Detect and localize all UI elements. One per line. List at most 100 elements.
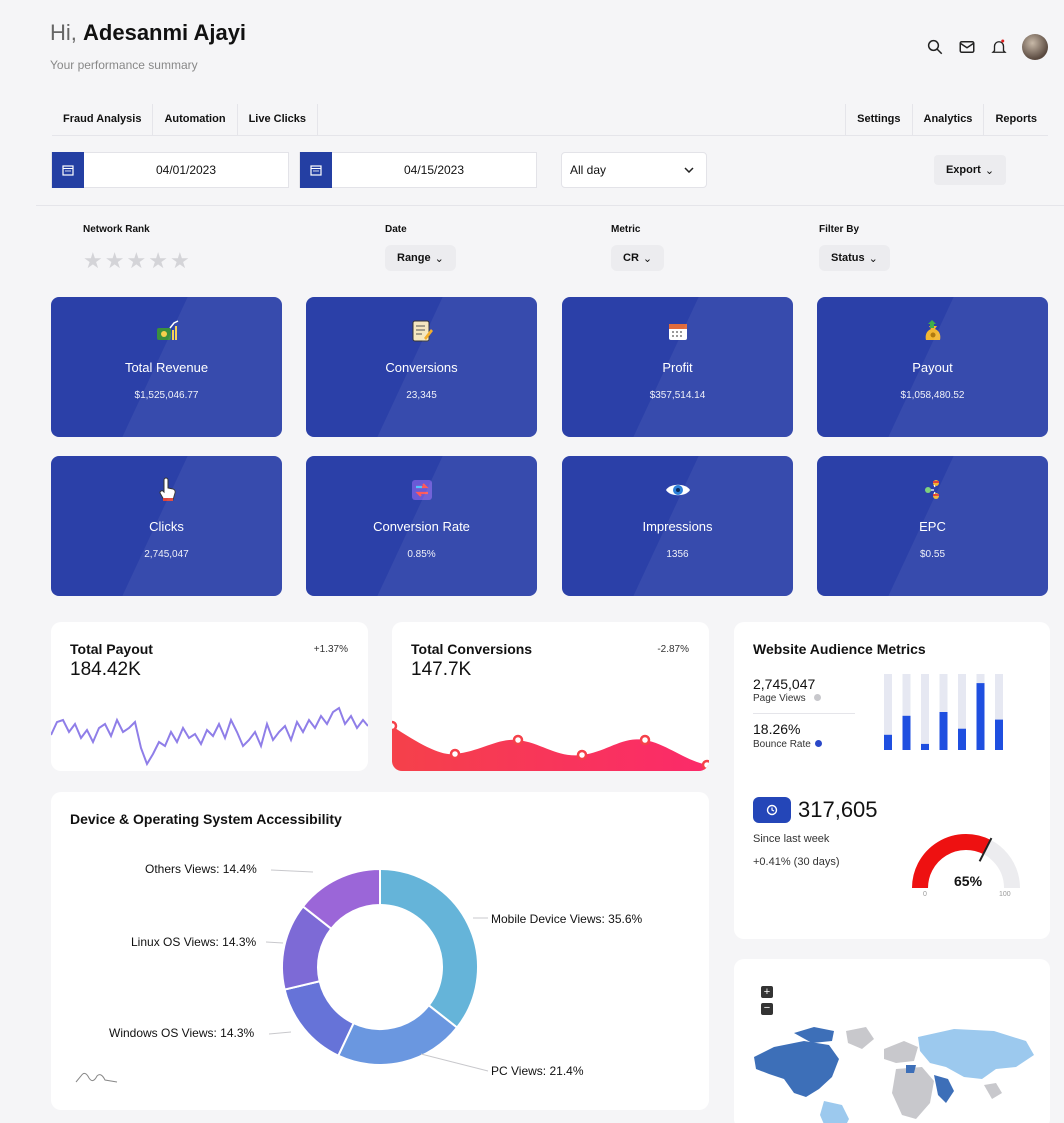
calendar-icon[interactable] — [52, 152, 84, 188]
bounce-rate-label: Bounce Rate — [753, 739, 811, 750]
clock-icon — [766, 804, 778, 816]
card-value: 0.85% — [407, 549, 436, 560]
map-region-southeast-asia — [984, 1083, 1002, 1099]
card-title: Conversion Rate — [373, 519, 470, 534]
card-conversion-rate[interactable]: Conversion Rate 0.85% — [306, 456, 537, 596]
label-mobile: Mobile Device Views: 35.6% — [491, 912, 643, 926]
tab-analytics[interactable]: Analytics — [911, 104, 984, 135]
star-icon: ★ — [126, 248, 149, 273]
tab-live-clicks[interactable]: Live Clicks — [238, 104, 319, 135]
network-rank-label: Network Rank — [83, 224, 150, 235]
top-icons — [926, 34, 1048, 60]
data-point — [576, 749, 588, 761]
device-donut-chart — [75, 867, 489, 1083]
card-payout[interactable]: Payout $1,058,480.52 — [817, 297, 1048, 437]
card-total-revenue[interactable]: Total Revenue $1,525,046.77 — [51, 297, 282, 437]
legend-dot — [813, 694, 821, 701]
map-region-africa — [892, 1067, 934, 1119]
eye-icon — [562, 476, 793, 504]
tabs-right: Settings Analytics Reports — [845, 104, 1048, 135]
page-subtitle: Your performance summary — [50, 58, 198, 72]
map-region-south-america — [820, 1101, 849, 1123]
donut-slice-mobile-device-views[interactable] — [379, 867, 479, 1029]
date-from-picker[interactable]: 04/01/2023 — [51, 152, 289, 188]
data-point — [449, 748, 461, 760]
card-impressions[interactable]: Impressions 1356 — [562, 456, 793, 596]
tab-automation[interactable]: Automation — [153, 104, 238, 135]
data-point — [639, 734, 651, 746]
tab-settings[interactable]: Settings — [845, 104, 911, 135]
time-range-select[interactable]: All day — [561, 152, 707, 188]
map-region-north-america — [754, 1041, 839, 1097]
label-leader — [268, 1031, 292, 1035]
tab-fraud-analysis[interactable]: Fraud Analysis — [52, 104, 154, 135]
label-leader — [420, 1053, 489, 1072]
card-title: EPC — [919, 519, 946, 534]
wave-icon — [75, 1072, 118, 1083]
device-os-panel: Device & Operating System Accessibility … — [51, 792, 709, 1110]
date-to-value: 04/15/2023 — [403, 163, 465, 177]
card-value: 23,345 — [406, 390, 437, 401]
label-linux: Linux OS Views: 14.3% — [131, 935, 257, 949]
card-conversions[interactable]: Conversions 23,345 — [306, 297, 537, 437]
date-filter-label: Date — [385, 224, 407, 235]
calendar-icon[interactable] — [300, 152, 332, 188]
zoom-out-button[interactable]: − — [761, 1003, 773, 1015]
chevron-down-icon: ⌄ — [642, 252, 653, 265]
card-value: 2,745,047 — [144, 549, 189, 560]
audience-bar-chart — [884, 674, 1003, 750]
change-label: +0.41% (30 days) — [753, 856, 840, 868]
tab-reports[interactable]: Reports — [983, 104, 1048, 135]
chevron-down-icon: ⌄ — [868, 252, 878, 265]
card-value: $1,525,046.77 — [134, 390, 199, 401]
search-icon[interactable] — [926, 38, 944, 56]
conversions-change: -2.87% — [657, 644, 689, 655]
gauge-min: 0 — [923, 891, 927, 898]
bar-track — [921, 674, 929, 750]
bar — [884, 734, 892, 750]
metric-value: CR — [623, 252, 639, 264]
panel-title: Website Audience Metrics — [753, 641, 926, 657]
card-title: Profit — [662, 360, 693, 375]
export-label: Export — [945, 164, 981, 176]
date-to-picker[interactable]: 04/15/2023 — [299, 152, 537, 188]
donut-slice-windows-os-views[interactable] — [283, 980, 355, 1058]
card-value: $1,058,480.52 — [900, 390, 965, 401]
calendar-icon — [562, 317, 793, 345]
mail-icon[interactable] — [958, 38, 976, 56]
card-epc[interactable]: EPC $0.55 — [817, 456, 1048, 596]
avatar[interactable] — [1022, 34, 1048, 60]
bell-icon[interactable] — [990, 38, 1008, 56]
divider — [753, 713, 855, 714]
metric-dropdown[interactable]: CR ⌄ — [611, 245, 665, 271]
star-icon: ★ — [148, 248, 170, 273]
card-value: $357,514.14 — [649, 390, 706, 401]
payout-change: +1.37% — [313, 644, 348, 655]
card-value: $0.55 — [919, 549, 946, 560]
card-title: Conversions — [385, 360, 458, 375]
card-profit[interactable]: Profit $357,514.14 — [562, 297, 793, 437]
label-leader — [270, 869, 314, 873]
document-pen-icon — [306, 317, 537, 345]
map-region-greenland — [846, 1027, 874, 1049]
greeting: Hi, Adesanmi Ajayi — [50, 20, 247, 45]
metric-label: Metric — [611, 224, 641, 235]
chevron-down-icon: ⌄ — [434, 252, 444, 265]
donut-slice-pc-views[interactable] — [336, 1003, 459, 1066]
counter-badge — [753, 797, 791, 823]
exchange-arrows-icon — [306, 476, 537, 504]
payout-value: 184.42K — [70, 659, 141, 680]
date-filter-dropdown[interactable]: Range ⌄ — [385, 245, 456, 271]
chevron-down-icon — [684, 167, 694, 173]
rating-stars[interactable]: ★★★★★ — [83, 248, 192, 274]
data-point — [392, 720, 398, 732]
zoom-in-button[interactable]: + — [761, 986, 773, 998]
card-title: Payout — [912, 360, 953, 375]
label-leader — [265, 941, 284, 944]
filter-by-dropdown[interactable]: Status ⌄ — [819, 245, 890, 271]
bar — [958, 728, 966, 750]
filter-by-label: Filter By — [819, 224, 860, 235]
export-button[interactable]: Export ⌄ — [934, 155, 1006, 185]
card-clicks[interactable]: Clicks 2,745,047 — [51, 456, 282, 596]
star-icon: ★ — [83, 248, 105, 273]
